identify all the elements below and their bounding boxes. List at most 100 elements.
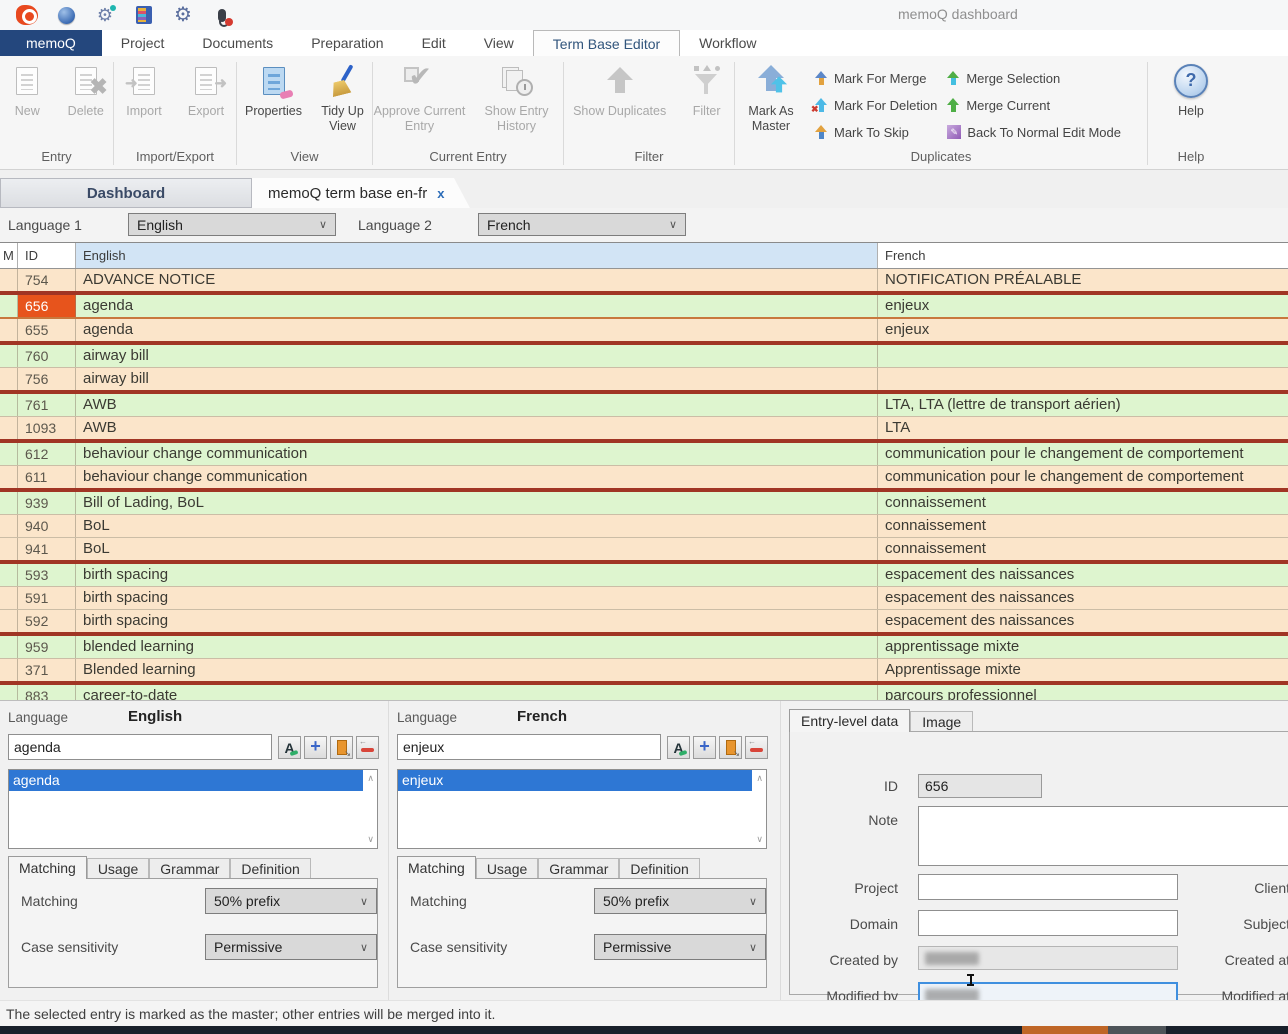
tab-entry-level-data[interactable]: Entry-level data bbox=[789, 709, 910, 732]
domain-field[interactable] bbox=[918, 910, 1178, 936]
show-entry-history-button[interactable]: Show Entry History bbox=[470, 61, 563, 134]
scroll-up-icon[interactable]: ∧ bbox=[756, 773, 763, 784]
tab-grammar[interactable]: Grammar bbox=[149, 858, 230, 879]
master-cell[interactable] bbox=[0, 564, 18, 586]
french-cell[interactable]: connaissement bbox=[878, 515, 1288, 537]
project-field[interactable] bbox=[918, 874, 1178, 900]
id-cell[interactable]: 591 bbox=[18, 587, 76, 609]
master-cell[interactable] bbox=[0, 394, 18, 416]
master-cell[interactable] bbox=[0, 685, 18, 700]
table-row[interactable]: 591birth spacingespacement des naissance… bbox=[0, 587, 1288, 609]
english-cell[interactable]: airway bill bbox=[76, 368, 878, 390]
id-cell[interactable]: 959 bbox=[18, 636, 76, 658]
tab-grammar[interactable]: Grammar bbox=[538, 858, 619, 879]
english-cell[interactable]: AWB bbox=[76, 417, 878, 439]
language2-dropdown[interactable]: French∨ bbox=[478, 213, 686, 236]
format-case-button[interactable] bbox=[667, 736, 690, 759]
column-header-english[interactable]: English bbox=[76, 243, 878, 268]
scroll-up-icon[interactable]: ∧ bbox=[367, 773, 374, 784]
show-duplicates-button[interactable]: Show Duplicates bbox=[564, 61, 675, 119]
master-cell[interactable] bbox=[0, 492, 18, 514]
mark-as-master-button[interactable]: Mark As Master bbox=[735, 60, 807, 149]
term-input[interactable]: agenda bbox=[8, 734, 272, 760]
language1-dropdown[interactable]: English∨ bbox=[128, 213, 336, 236]
tab-dashboard[interactable]: Dashboard bbox=[0, 178, 252, 208]
master-cell[interactable] bbox=[0, 659, 18, 681]
id-cell[interactable]: 593 bbox=[18, 564, 76, 586]
english-cell[interactable]: birth spacing bbox=[76, 587, 878, 609]
mark-for-merge-button[interactable]: Mark For Merge bbox=[815, 66, 937, 90]
note-field[interactable] bbox=[918, 806, 1288, 866]
id-cell[interactable]: 592 bbox=[18, 610, 76, 632]
term-list[interactable]: ∧ ∨ agenda bbox=[8, 769, 378, 849]
english-cell[interactable]: BoL bbox=[76, 515, 878, 537]
french-cell[interactable] bbox=[878, 368, 1288, 390]
case-sensitivity-dropdown[interactable]: Permissive∨ bbox=[205, 934, 377, 960]
insert-variant-button[interactable] bbox=[330, 736, 353, 759]
master-cell[interactable] bbox=[0, 269, 18, 291]
export-button[interactable]: ➜ Export bbox=[177, 61, 235, 119]
table-row[interactable]: 959blended learningapprentissage mixte bbox=[0, 636, 1288, 658]
master-cell[interactable] bbox=[0, 610, 18, 632]
english-cell[interactable]: birth spacing bbox=[76, 610, 878, 632]
format-case-button[interactable] bbox=[278, 736, 301, 759]
mark-for-deletion-button[interactable]: ✖ Mark For Deletion bbox=[815, 93, 937, 117]
french-cell[interactable]: parcours professionnel bbox=[878, 685, 1288, 700]
new-entry-button[interactable]: New bbox=[0, 61, 55, 119]
case-sensitivity-dropdown[interactable]: Permissive∨ bbox=[594, 934, 766, 960]
tab-image[interactable]: Image bbox=[910, 711, 973, 732]
french-cell[interactable]: apprentissage mixte bbox=[878, 636, 1288, 658]
french-cell[interactable]: LTA, LTA (lettre de transport aérien) bbox=[878, 394, 1288, 416]
menu-preparation[interactable]: Preparation bbox=[292, 30, 402, 56]
id-cell[interactable]: 1093 bbox=[18, 417, 76, 439]
approve-current-entry-button[interactable]: ✔ Approve Current Entry bbox=[373, 61, 466, 134]
english-cell[interactable]: airway bill bbox=[76, 345, 878, 367]
id-cell[interactable]: 656 bbox=[18, 295, 76, 317]
english-cell[interactable]: behaviour change communication bbox=[76, 443, 878, 465]
table-row[interactable]: 761AWBLTA, LTA (lettre de transport aéri… bbox=[0, 394, 1288, 416]
table-row[interactable]: 754ADVANCE NOTICENOTIFICATION PRÉALABLE bbox=[0, 269, 1288, 291]
help-button[interactable]: ? Help bbox=[1162, 61, 1220, 119]
dictation-microphone-icon[interactable] bbox=[211, 4, 233, 26]
menu-edit[interactable]: Edit bbox=[403, 30, 465, 56]
french-cell[interactable]: connaissement bbox=[878, 492, 1288, 514]
menu-workflow[interactable]: Workflow bbox=[680, 30, 775, 56]
english-cell[interactable]: Blended learning bbox=[76, 659, 878, 681]
back-to-normal-edit-mode-button[interactable]: ✎ Back To Normal Edit Mode bbox=[947, 120, 1121, 144]
id-cell[interactable]: 754 bbox=[18, 269, 76, 291]
tab-definition[interactable]: Definition bbox=[230, 858, 310, 879]
tab-term-base[interactable]: memoQ term base en-fr x bbox=[252, 178, 470, 208]
tab-definition[interactable]: Definition bbox=[619, 858, 699, 879]
french-cell[interactable]: espacement des naissances bbox=[878, 564, 1288, 586]
id-cell[interactable]: 761 bbox=[18, 394, 76, 416]
table-row[interactable]: 941BoLconnaissement bbox=[0, 538, 1288, 560]
tab-usage[interactable]: Usage bbox=[476, 858, 538, 879]
table-row[interactable]: 760airway bill bbox=[0, 345, 1288, 367]
english-cell[interactable]: agenda bbox=[76, 319, 878, 341]
remove-term-button[interactable] bbox=[356, 736, 379, 759]
term-list-item[interactable]: enjeux bbox=[398, 770, 752, 791]
english-cell[interactable]: career-to-date bbox=[76, 685, 878, 700]
insert-variant-button[interactable] bbox=[719, 736, 742, 759]
english-cell[interactable]: AWB bbox=[76, 394, 878, 416]
properties-button[interactable]: Properties bbox=[238, 61, 310, 119]
menu-memoq[interactable]: memoQ bbox=[0, 30, 102, 56]
english-cell[interactable]: behaviour change communication bbox=[76, 466, 878, 488]
english-cell[interactable]: ADVANCE NOTICE bbox=[76, 269, 878, 291]
table-row[interactable]: 940BoLconnaissement bbox=[0, 515, 1288, 537]
master-cell[interactable] bbox=[0, 417, 18, 439]
master-cell[interactable] bbox=[0, 538, 18, 560]
french-cell[interactable]: Apprentissage mixte bbox=[878, 659, 1288, 681]
master-cell[interactable] bbox=[0, 295, 18, 317]
remove-term-button[interactable] bbox=[745, 736, 768, 759]
french-cell[interactable]: connaissement bbox=[878, 538, 1288, 560]
term-list-item[interactable]: agenda bbox=[9, 770, 363, 791]
english-cell[interactable]: birth spacing bbox=[76, 564, 878, 586]
resource-console-icon[interactable] bbox=[133, 4, 155, 26]
menu-view[interactable]: View bbox=[465, 30, 533, 56]
term-input[interactable]: enjeux bbox=[397, 734, 661, 760]
add-term-button[interactable] bbox=[693, 736, 716, 759]
master-cell[interactable] bbox=[0, 636, 18, 658]
english-cell[interactable]: agenda bbox=[76, 295, 878, 317]
master-cell[interactable] bbox=[0, 515, 18, 537]
